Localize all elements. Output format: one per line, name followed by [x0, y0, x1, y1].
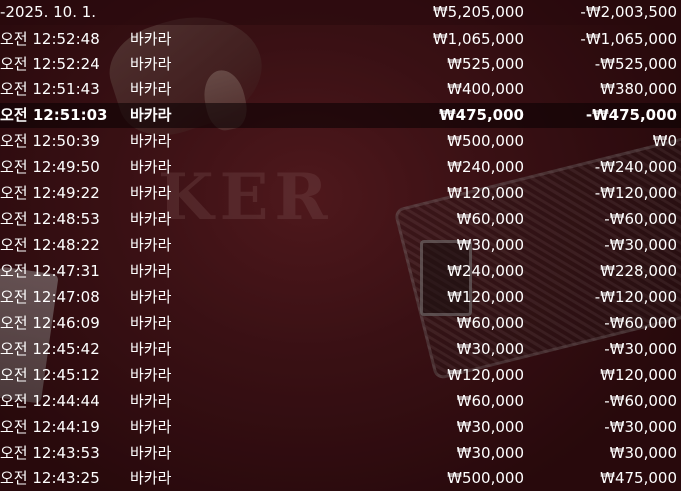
table-row[interactable]: 오전 12:43:53 바카라 ₩30,000 ₩30,000: [0, 441, 681, 466]
row-result: -₩60,000: [604, 314, 677, 332]
table-row[interactable]: 오전 12:51:43 바카라 ₩400,000 ₩380,000: [0, 77, 681, 102]
table-row[interactable]: 오전 12:45:12 바카라 ₩120,000 ₩120,000: [0, 363, 681, 388]
row-bet: ₩120,000: [447, 288, 524, 306]
row-game: 바카라: [130, 340, 172, 358]
row-result: -₩30,000: [604, 418, 677, 436]
row-time: 오전 12:44:19: [0, 418, 100, 436]
row-time: 오전 12:50:39: [0, 132, 100, 150]
row-bet: ₩120,000: [447, 366, 524, 384]
table-row[interactable]: 오전 12:48:22 바카라 ₩30,000 -₩30,000: [0, 233, 681, 258]
row-time: 오전 12:43:53: [0, 444, 100, 462]
row-time: 오전 12:45:42: [0, 340, 100, 358]
summary-date: -2025. 10. 1.: [0, 3, 97, 21]
row-time: 오전 12:52:24: [0, 55, 100, 73]
row-game: 바카라: [130, 262, 172, 280]
row-result: -₩525,000: [594, 55, 677, 73]
row-bet: ₩30,000: [456, 444, 524, 462]
row-time: 오전 12:47:31: [0, 262, 100, 280]
row-time: 오전 12:47:08: [0, 288, 100, 306]
row-result: -₩1,065,000: [580, 30, 677, 48]
row-time: 오전 12:51:03: [0, 106, 108, 124]
row-game: 바카라: [130, 469, 172, 487]
table-row[interactable]: 오전 12:52:48 바카라 ₩1,065,000 -₩1,065,000: [0, 27, 681, 52]
row-bet: ₩60,000: [456, 314, 524, 332]
row-time: 오전 12:43:25: [0, 469, 100, 487]
table-row-selected[interactable]: 오전 12:51:03 바카라 ₩475,000 -₩475,000: [0, 103, 681, 128]
row-game: 바카라: [130, 288, 172, 306]
row-time: 오전 12:49:50: [0, 158, 100, 176]
row-result: ₩228,000: [600, 262, 677, 280]
table-row[interactable]: 오전 12:47:31 바카라 ₩240,000 ₩228,000: [0, 259, 681, 284]
row-result: ₩475,000: [600, 469, 677, 487]
table-row[interactable]: 오전 12:49:22 바카라 ₩120,000 -₩120,000: [0, 181, 681, 206]
row-bet: ₩30,000: [456, 340, 524, 358]
table-row[interactable]: 오전 12:45:42 바카라 ₩30,000 -₩30,000: [0, 337, 681, 362]
row-result: ₩30,000: [609, 444, 677, 462]
row-bet: ₩30,000: [456, 418, 524, 436]
row-bet: ₩120,000: [447, 184, 524, 202]
row-result: -₩60,000: [604, 210, 677, 228]
table-row[interactable]: 오전 12:44:44 바카라 ₩60,000 -₩60,000: [0, 389, 681, 414]
row-result: -₩120,000: [594, 184, 677, 202]
row-result: -₩475,000: [585, 106, 677, 124]
row-bet: ₩525,000: [447, 55, 524, 73]
summary-total-result: -₩2,003,500: [580, 3, 677, 21]
row-game: 바카라: [130, 106, 172, 124]
row-game: 바카라: [130, 184, 172, 202]
summary-total-bet: ₩5,205,000: [432, 3, 524, 21]
row-game: 바카라: [130, 132, 172, 150]
row-bet: ₩240,000: [447, 262, 524, 280]
row-time: 오전 12:51:43: [0, 80, 100, 98]
row-game: 바카라: [130, 366, 172, 384]
table-row[interactable]: 오전 12:43:25 바카라 ₩500,000 ₩475,000: [0, 466, 681, 491]
row-bet: ₩30,000: [456, 236, 524, 254]
row-game: 바카라: [130, 444, 172, 462]
row-result: -₩30,000: [604, 236, 677, 254]
row-bet: ₩500,000: [447, 132, 524, 150]
row-game: 바카라: [130, 80, 172, 98]
row-bet: ₩240,000: [447, 158, 524, 176]
row-game: 바카라: [130, 418, 172, 436]
table-row[interactable]: 오전 12:48:53 바카라 ₩60,000 -₩60,000: [0, 207, 681, 232]
row-result: -₩120,000: [594, 288, 677, 306]
row-time: 오전 12:48:53: [0, 210, 100, 228]
row-result: -₩30,000: [604, 340, 677, 358]
row-bet: ₩60,000: [456, 392, 524, 410]
row-result: -₩240,000: [594, 158, 677, 176]
row-game: 바카라: [130, 55, 172, 73]
row-bet: ₩500,000: [447, 469, 524, 487]
row-result: -₩60,000: [604, 392, 677, 410]
table-row[interactable]: 오전 12:52:24 바카라 ₩525,000 -₩525,000: [0, 52, 681, 77]
table-row[interactable]: 오전 12:44:19 바카라 ₩30,000 -₩30,000: [0, 415, 681, 440]
row-game: 바카라: [130, 210, 172, 228]
row-bet: ₩60,000: [456, 210, 524, 228]
row-game: 바카라: [130, 30, 172, 48]
row-result: ₩0: [652, 132, 677, 150]
row-time: 오전 12:45:12: [0, 366, 100, 384]
table-row[interactable]: 오전 12:49:50 바카라 ₩240,000 -₩240,000: [0, 155, 681, 180]
row-time: 오전 12:48:22: [0, 236, 100, 254]
row-game: 바카라: [130, 314, 172, 332]
table-row[interactable]: 오전 12:50:39 바카라 ₩500,000 ₩0: [0, 129, 681, 154]
row-game: 바카라: [130, 158, 172, 176]
summary-row[interactable]: -2025. 10. 1. ₩5,205,000 -₩2,003,500: [0, 0, 681, 25]
table-row[interactable]: 오전 12:47:08 바카라 ₩120,000 -₩120,000: [0, 285, 681, 310]
row-time: 오전 12:49:22: [0, 184, 100, 202]
row-time: 오전 12:52:48: [0, 30, 100, 48]
bet-history-table: -2025. 10. 1. ₩5,205,000 -₩2,003,500 오전 …: [0, 0, 681, 491]
row-result: ₩380,000: [600, 80, 677, 98]
row-bet: ₩400,000: [447, 80, 524, 98]
row-time: 오전 12:46:09: [0, 314, 100, 332]
row-bet: ₩475,000: [439, 106, 524, 124]
row-game: 바카라: [130, 236, 172, 254]
table-row[interactable]: 오전 12:46:09 바카라 ₩60,000 -₩60,000: [0, 311, 681, 336]
row-game: 바카라: [130, 392, 172, 410]
row-result: ₩120,000: [600, 366, 677, 384]
row-time: 오전 12:44:44: [0, 392, 100, 410]
row-bet: ₩1,065,000: [432, 30, 524, 48]
